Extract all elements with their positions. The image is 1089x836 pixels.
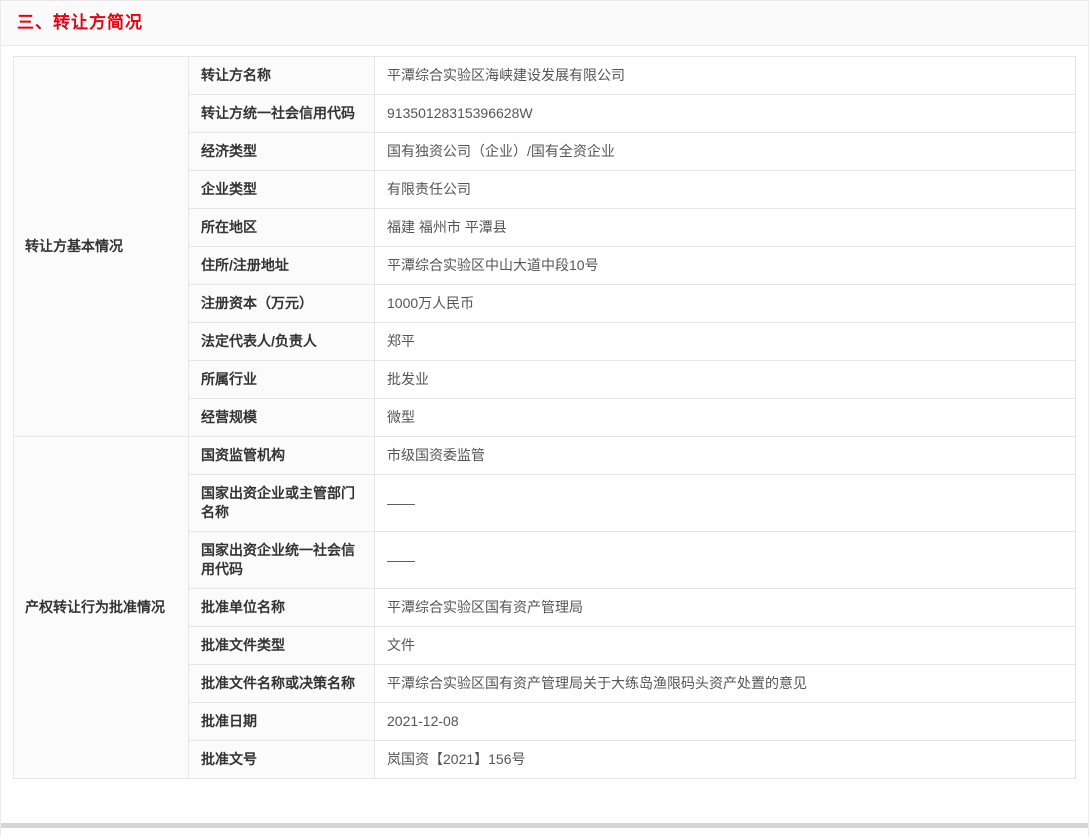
field-label-cell: 经济类型 [189, 133, 375, 171]
field-label-cell: 企业类型 [189, 171, 375, 209]
field-value-cell: 文件 [375, 627, 1076, 665]
field-value-cell: 平潭综合实验区中山大道中段10号 [375, 247, 1076, 285]
field-label-cell: 所在地区 [189, 209, 375, 247]
page-title: 三、转让方简况 [17, 13, 143, 32]
field-value-cell: 有限责任公司 [375, 171, 1076, 209]
field-label-cell: 批准单位名称 [189, 589, 375, 627]
group-header-cell: 产权转让行为批准情况 [14, 437, 189, 779]
group-header-cell: 转让方基本情况 [14, 57, 189, 437]
bottom-divider-bar [1, 823, 1088, 828]
field-label-cell: 注册资本（万元） [189, 285, 375, 323]
field-label-cell: 批准日期 [189, 703, 375, 741]
section-title-bar: 三、转让方简况 [1, 1, 1088, 46]
field-value-cell: 平潭综合实验区国有资产管理局关于大练岛渔限码头资产处置的意见 [375, 665, 1076, 703]
table-row: 转让方基本情况转让方名称平潭综合实验区海峡建设发展有限公司 [14, 57, 1076, 95]
field-value-cell: —— [375, 475, 1076, 532]
table-row: 产权转让行为批准情况国资监管机构市级国资委监管 [14, 437, 1076, 475]
table-section: 产权转让行为批准情况国资监管机构市级国资委监管国家出资企业或主管部门名称——国家… [14, 437, 1076, 779]
field-value-cell: —— [375, 532, 1076, 589]
field-label-cell: 转让方名称 [189, 57, 375, 95]
field-value-cell: 郑平 [375, 323, 1076, 361]
field-value-cell: 平潭综合实验区国有资产管理局 [375, 589, 1076, 627]
table-section: 转让方基本情况转让方名称平潭综合实验区海峡建设发展有限公司转让方统一社会信用代码… [14, 57, 1076, 437]
transferor-table: 转让方基本情况转让方名称平潭综合实验区海峡建设发展有限公司转让方统一社会信用代码… [13, 56, 1076, 779]
table-wrap: 转让方基本情况转让方名称平潭综合实验区海峡建设发展有限公司转让方统一社会信用代码… [13, 56, 1076, 779]
field-label-cell: 批准文件名称或决策名称 [189, 665, 375, 703]
field-value-cell: 微型 [375, 399, 1076, 437]
field-label-cell: 批准文号 [189, 741, 375, 779]
field-label-cell: 国家出资企业统一社会信用代码 [189, 532, 375, 589]
field-label-cell: 国家出资企业或主管部门名称 [189, 475, 375, 532]
field-value-cell: 批发业 [375, 361, 1076, 399]
field-value-cell: 2021-12-08 [375, 703, 1076, 741]
field-value-cell: 91350128315396628W [375, 95, 1076, 133]
transferor-profile-page: 三、转让方简况 转让方基本情况转让方名称平潭综合实验区海峡建设发展有限公司转让方… [0, 0, 1089, 836]
field-value-cell: 1000万人民币 [375, 285, 1076, 323]
field-value-cell: 岚国资【2021】156号 [375, 741, 1076, 779]
field-label-cell: 所属行业 [189, 361, 375, 399]
field-value-cell: 福建 福州市 平潭县 [375, 209, 1076, 247]
field-label-cell: 转让方统一社会信用代码 [189, 95, 375, 133]
field-label-cell: 经营规模 [189, 399, 375, 437]
field-label-cell: 批准文件类型 [189, 627, 375, 665]
field-value-cell: 国有独资公司（企业）/国有全资企业 [375, 133, 1076, 171]
field-label-cell: 住所/注册地址 [189, 247, 375, 285]
field-label-cell: 法定代表人/负责人 [189, 323, 375, 361]
field-value-cell: 平潭综合实验区海峡建设发展有限公司 [375, 57, 1076, 95]
field-label-cell: 国资监管机构 [189, 437, 375, 475]
field-value-cell: 市级国资委监管 [375, 437, 1076, 475]
